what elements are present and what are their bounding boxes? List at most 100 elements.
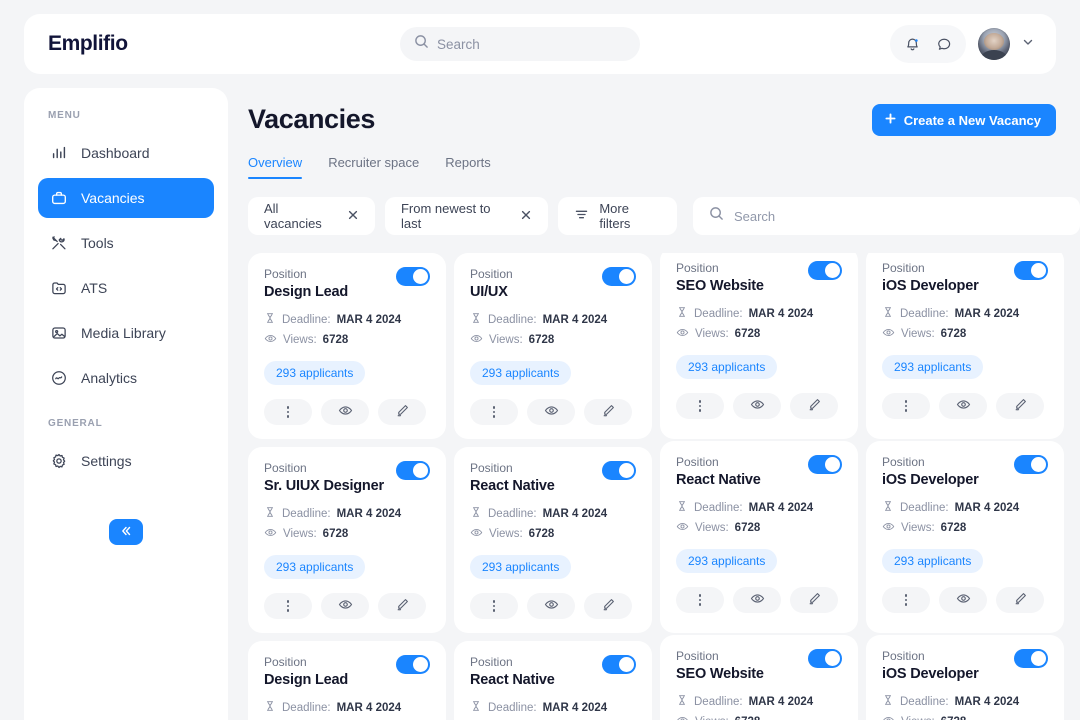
messages-button[interactable] <box>930 30 958 58</box>
sidebar-item-settings[interactable]: Settings <box>38 441 214 481</box>
applicants-badge[interactable]: 293 applicants <box>882 355 984 379</box>
position-label: Position <box>470 267 513 281</box>
applicants-badge[interactable]: 293 applicants <box>264 361 366 385</box>
filter-chip-label: More filters <box>599 201 631 231</box>
deadline-value: MAR 4 2024 <box>336 507 402 520</box>
notifications-button[interactable] <box>898 30 926 58</box>
close-icon[interactable] <box>347 209 359 223</box>
vacancy-card-header: Position Sr. UIUX Designer <box>264 461 430 494</box>
applicants-badge[interactable]: 293 applicants <box>882 549 984 573</box>
filter-chip-sort-order[interactable]: From newest to last <box>384 197 549 235</box>
create-vacancy-button[interactable]: Create a New Vacancy <box>871 104 1056 136</box>
applicants-badge[interactable]: 293 applicants <box>264 555 366 579</box>
edit-vacancy-button[interactable] <box>790 587 838 613</box>
search-input[interactable] <box>437 36 617 52</box>
preview-vacancy-button[interactable] <box>527 399 575 425</box>
kebab-menu-icon <box>698 400 702 412</box>
applicants-badge[interactable]: 293 applicants <box>676 355 778 379</box>
eye-icon <box>544 597 559 615</box>
topbar-icon-group <box>890 25 966 63</box>
kebab-menu-icon <box>286 600 290 612</box>
vacancy-card-actions <box>470 593 636 619</box>
edit-vacancy-button[interactable] <box>584 399 632 425</box>
edit-vacancy-button[interactable] <box>378 399 426 425</box>
global-search[interactable] <box>400 27 640 61</box>
preview-vacancy-button[interactable] <box>939 587 987 613</box>
more-options-button[interactable] <box>676 587 724 613</box>
vacancy-card[interactable]: Position iOS Developer Deadline: MAR 4 2… <box>866 441 1064 633</box>
tab-recruiter-space[interactable]: Recruiter space <box>328 155 419 179</box>
sidebar-item-tools[interactable]: Tools <box>38 223 214 263</box>
vacancy-card[interactable]: Position UI/UX Deadline: MAR 4 2024 View… <box>454 253 652 439</box>
vacancy-card[interactable]: Position iOS Developer Deadline: MAR 4 2… <box>866 253 1064 439</box>
more-options-button[interactable] <box>676 393 724 419</box>
preview-vacancy-button[interactable] <box>939 393 987 419</box>
sidebar-item-label: Analytics <box>81 370 138 386</box>
chevron-down-icon[interactable] <box>1022 35 1034 53</box>
vacancy-active-toggle[interactable] <box>808 261 842 280</box>
vacancy-card[interactable]: Position React Native Deadline: MAR 4 20… <box>454 641 652 720</box>
pencil-edit-icon <box>395 403 410 421</box>
tab-reports[interactable]: Reports <box>445 155 491 179</box>
sidebar-item-media-library[interactable]: Media Library <box>38 313 214 353</box>
vacancy-active-toggle[interactable] <box>602 655 636 674</box>
more-options-button[interactable] <box>882 587 930 613</box>
filter-chip-all-vacancies[interactable]: All vacancies <box>248 197 375 235</box>
preview-vacancy-button[interactable] <box>733 393 781 419</box>
vacancy-active-toggle[interactable] <box>396 655 430 674</box>
preview-vacancy-button[interactable] <box>733 587 781 613</box>
views-label: Views: <box>695 522 729 534</box>
deadline-label: Deadline: <box>694 307 743 320</box>
preview-vacancy-button[interactable] <box>321 593 369 619</box>
tab-overview[interactable]: Overview <box>248 155 303 179</box>
vacancy-card[interactable]: Position SEO Website Deadline: MAR 4 202… <box>660 253 858 439</box>
vacancy-card[interactable]: Position iOS Developer Deadline: MAR 4 2… <box>866 635 1064 720</box>
edit-vacancy-button[interactable] <box>378 593 426 619</box>
applicants-badge[interactable]: 293 applicants <box>470 555 572 579</box>
vacancy-active-toggle[interactable] <box>808 649 842 668</box>
vacancy-active-toggle[interactable] <box>396 461 430 480</box>
more-options-button[interactable] <box>470 593 518 619</box>
vacancy-card[interactable]: Position React Native Deadline: MAR 4 20… <box>660 441 858 633</box>
hourglass-icon <box>470 312 482 327</box>
deadline-row: Deadline: MAR 4 2024 <box>882 694 1048 709</box>
vacancy-card-header: Position React Native <box>676 455 842 488</box>
edit-vacancy-button[interactable] <box>996 393 1044 419</box>
close-icon[interactable] <box>520 209 532 223</box>
sidebar-item-vacancies[interactable]: Vacancies <box>38 178 214 218</box>
edit-vacancy-button[interactable] <box>584 593 632 619</box>
views-value: 6728 <box>940 328 967 340</box>
vacancy-active-toggle[interactable] <box>602 267 636 286</box>
more-options-button[interactable] <box>470 399 518 425</box>
preview-vacancy-button[interactable] <box>321 399 369 425</box>
vacancy-search[interactable] <box>692 197 1080 235</box>
vacancy-active-toggle[interactable] <box>1014 261 1048 280</box>
sidebar-item-dashboard[interactable]: Dashboard <box>38 133 214 173</box>
collapse-sidebar-button[interactable] <box>109 519 143 545</box>
vacancy-card[interactable]: Position SEO Website Deadline: MAR 4 202… <box>660 635 858 720</box>
vacancy-card[interactable]: Position Design Lead Deadline: MAR 4 202… <box>248 641 446 720</box>
preview-vacancy-button[interactable] <box>527 593 575 619</box>
applicants-badge[interactable]: 293 applicants <box>470 361 572 385</box>
vacancy-card[interactable]: Position Design Lead Deadline: MAR 4 202… <box>248 253 446 439</box>
vacancy-active-toggle[interactable] <box>602 461 636 480</box>
edit-vacancy-button[interactable] <box>790 393 838 419</box>
vacancy-active-toggle[interactable] <box>396 267 430 286</box>
vacancy-active-toggle[interactable] <box>808 455 842 474</box>
applicants-badge[interactable]: 293 applicants <box>676 549 778 573</box>
vacancy-card[interactable]: Position Sr. UIUX Designer Deadline: MAR… <box>248 447 446 633</box>
deadline-label: Deadline: <box>282 313 331 326</box>
more-options-button[interactable] <box>264 399 312 425</box>
vacancy-active-toggle[interactable] <box>1014 649 1048 668</box>
kebab-menu-icon <box>698 594 702 606</box>
vacancy-search-input[interactable] <box>733 208 1064 224</box>
edit-vacancy-button[interactable] <box>996 587 1044 613</box>
vacancy-active-toggle[interactable] <box>1014 455 1048 474</box>
more-options-button[interactable] <box>264 593 312 619</box>
vacancy-card[interactable]: Position React Native Deadline: MAR 4 20… <box>454 447 652 633</box>
sidebar-item-analytics[interactable]: Analytics <box>38 358 214 398</box>
avatar[interactable] <box>978 28 1010 60</box>
more-filters-button[interactable]: More filters <box>558 197 677 235</box>
more-options-button[interactable] <box>882 393 930 419</box>
sidebar-item-ats[interactable]: ATS <box>38 268 214 308</box>
